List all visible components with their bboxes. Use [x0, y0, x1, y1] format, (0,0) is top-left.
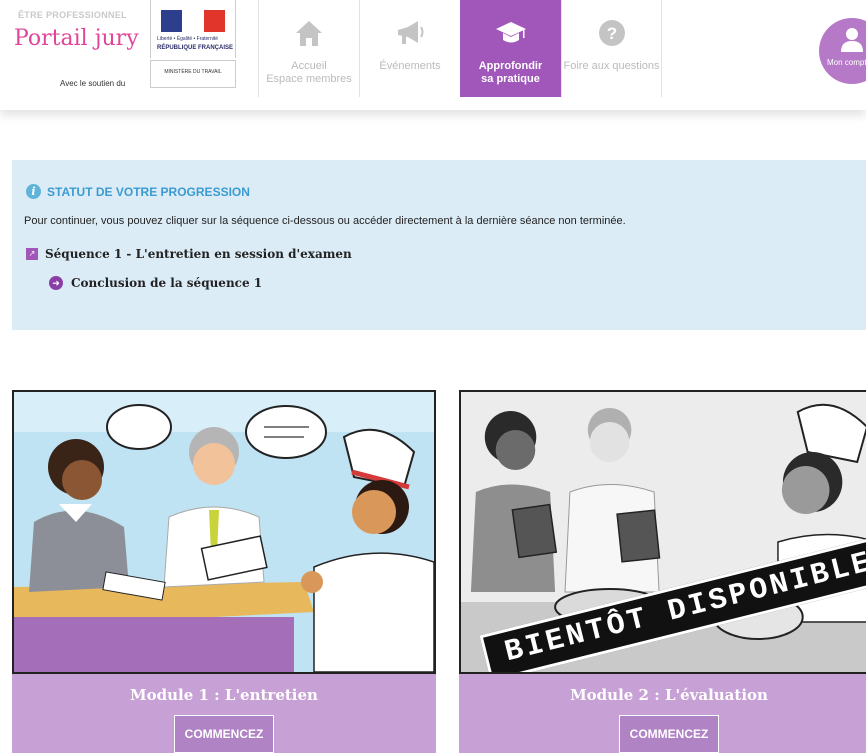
brand-title: Portail jury: [14, 26, 139, 51]
support-text: Avec le soutien du: [60, 79, 126, 88]
interview-illustration: [14, 392, 434, 672]
gov-motto: Liberté • Égalité • Fraternité: [157, 36, 219, 42]
module-card-1: Module 1 : L'entretien COMMENCEZ: [12, 390, 436, 753]
progress-description: Pour continuer, vous pouvez cliquer sur …: [24, 215, 626, 227]
nav-label-home-line1: Accueil: [291, 60, 327, 72]
progress-title-text: STATUT DE VOTRE PROGRESSION: [47, 184, 250, 199]
module-1-start-button[interactable]: COMMENCEZ: [174, 715, 274, 753]
flag-icon: [161, 10, 225, 32]
module-1-title: Module 1 : L'entretien: [130, 686, 318, 704]
account-label: Mon compte: [827, 58, 866, 67]
progress-panel: i STATUT DE VOTRE PROGRESSION Pour conti…: [12, 160, 866, 330]
account-button[interactable]: Mon compte: [819, 18, 866, 84]
ministry-logo: MINISTÈRE DU TRAVAIL: [150, 60, 236, 88]
module-card-2: BIENTÔT DISPONIBLE Module 2 : L'évaluati…: [459, 390, 866, 753]
question-icon: ?: [598, 20, 625, 46]
nav-label-deepen-line2: sa pratique: [481, 73, 540, 85]
gov-name: RÉPUBLIQUE FRANÇAISE: [157, 45, 234, 51]
nav-label-home-line2: Espace membres: [266, 73, 352, 85]
module-1-illustration: [12, 390, 436, 674]
module-2-illustration: BIENTÔT DISPONIBLE: [459, 390, 866, 674]
megaphone-icon: [398, 21, 424, 44]
republique-francaise-logo: Liberté • Égalité • Fraternité RÉPUBLIQU…: [150, 0, 236, 58]
home-icon: [296, 21, 322, 46]
nav-label-deepen: Approfondir sa pratique: [460, 60, 561, 86]
graduation-cap-icon: [495, 22, 526, 43]
nav-item-events[interactable]: Événements: [359, 0, 460, 97]
main-nav: Accueil Espace membres Événements Approf…: [258, 0, 662, 97]
nav-label-faq: Foire aux questions: [563, 60, 660, 72]
module-2-start-button[interactable]: COMMENCEZ: [619, 715, 719, 753]
sequence-label: Séquence 1 - L'entretien en session d'ex…: [45, 247, 352, 261]
module-1-footer: Module 1 : L'entretien COMMENCEZ: [12, 674, 436, 753]
arrow-square-icon: ↗: [26, 248, 38, 260]
nav-item-home[interactable]: Accueil Espace membres: [258, 0, 359, 97]
arrow-circle-icon: ➜: [49, 276, 63, 290]
svg-text:?: ?: [606, 24, 616, 43]
nav-label-home: Accueil Espace membres: [259, 60, 359, 86]
brand-tagline: ÊTRE PROFESSIONNEL: [18, 10, 127, 20]
brand[interactable]: ÊTRE PROFESSIONNEL Portail jury Avec le …: [0, 0, 150, 100]
page: ÊTRE PROFESSIONNEL Portail jury Avec le …: [0, 0, 866, 753]
nav-item-faq[interactable]: ? Foire aux questions: [561, 0, 662, 97]
module-2-footer: Module 2 : L'évaluation COMMENCEZ: [459, 674, 866, 753]
nav-item-deepen-practice[interactable]: Approfondir sa pratique: [460, 0, 561, 97]
nav-label-deepen-line1: Approfondir: [478, 60, 543, 72]
user-icon: [841, 28, 863, 52]
module-2-title: Module 2 : L'évaluation: [570, 686, 768, 704]
info-icon: i: [26, 184, 41, 199]
sequence-link[interactable]: ↗ Séquence 1 - L'entretien en session d'…: [26, 247, 352, 261]
conclusion-label: Conclusion de la séquence 1: [71, 276, 263, 290]
conclusion-link[interactable]: ➜ Conclusion de la séquence 1: [49, 276, 262, 290]
site-header: ÊTRE PROFESSIONNEL Portail jury Avec le …: [0, 0, 866, 110]
progress-title: i STATUT DE VOTRE PROGRESSION: [26, 184, 250, 199]
nav-label-events: Événements: [379, 60, 441, 72]
